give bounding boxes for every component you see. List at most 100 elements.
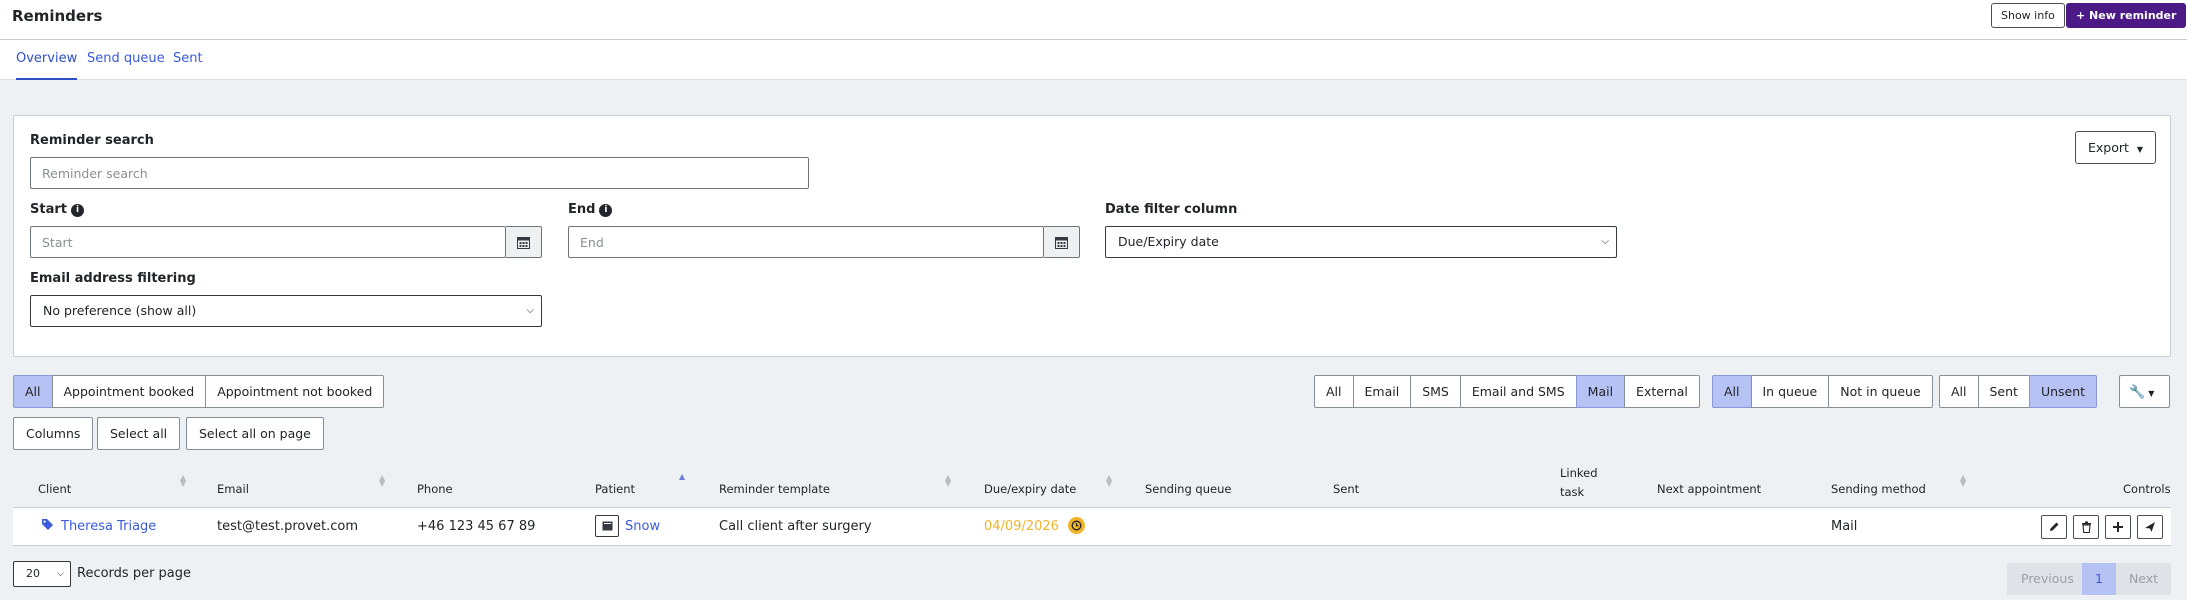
table-tools-button[interactable]: 🔧 ▼ xyxy=(2119,375,2170,408)
sort-icon[interactable]: ▲ ▼ xyxy=(945,474,951,488)
clock-warning-icon xyxy=(1068,517,1085,534)
caret-down-icon: ▼ xyxy=(2136,145,2144,154)
sort-icon[interactable]: ▲ ▼ xyxy=(1106,474,1112,488)
appointment-all-button[interactable]: All xyxy=(13,375,53,408)
email-cell: test@test.provet.com xyxy=(217,519,359,534)
email-filter-label: Email address filtering xyxy=(30,271,196,286)
template-cell: Call client after surgery xyxy=(719,519,872,534)
edit-button[interactable] xyxy=(2041,515,2067,539)
column-header-template[interactable]: Reminder template xyxy=(719,482,830,496)
end-date-input[interactable] xyxy=(568,226,1044,258)
method-email-button[interactable]: Email xyxy=(1352,375,1412,408)
new-reminder-button[interactable]: + New reminder xyxy=(2066,3,2187,28)
client-link[interactable]: Theresa Triage xyxy=(61,519,156,534)
sent-button[interactable]: Sent xyxy=(1977,375,2030,408)
trash-icon xyxy=(2081,521,2091,533)
book-icon xyxy=(602,521,612,531)
appointment-filter-group: All Appointment booked Appointment not b… xyxy=(13,375,385,408)
unsent-button[interactable]: Unsent xyxy=(2028,375,2098,408)
export-dropdown-button[interactable]: Export ▼ xyxy=(2075,131,2157,164)
end-label: End i xyxy=(568,202,613,217)
tab-sent[interactable]: Sent xyxy=(173,51,203,78)
page-1-button[interactable]: 1 xyxy=(2082,563,2116,595)
send-icon xyxy=(2145,522,2155,532)
patient-link[interactable]: Snow xyxy=(625,519,660,534)
column-header-queue[interactable]: Sending queue xyxy=(1145,482,1231,496)
not-in-queue-button[interactable]: Not in queue xyxy=(1828,375,1933,408)
page-title: Reminders xyxy=(12,7,103,25)
linked-text: Linked xyxy=(1560,466,1598,480)
next-page-button[interactable]: Next xyxy=(2116,563,2171,595)
tab-send-queue[interactable]: Send queue xyxy=(87,51,165,78)
sent-all-button[interactable]: All xyxy=(1939,375,1979,408)
start-date-input[interactable] xyxy=(30,226,506,258)
task-text: task xyxy=(1560,485,1585,499)
appointment-booked-button[interactable]: Appointment booked xyxy=(51,375,207,408)
sort-icon[interactable]: ▲ ▼ xyxy=(180,474,186,488)
date-column-value: Due/Expiry date xyxy=(1118,234,1219,249)
patient-record-button[interactable] xyxy=(595,515,619,537)
column-header-phone[interactable]: Phone xyxy=(417,482,453,496)
sent-filter-group: All Sent Unsent xyxy=(1939,375,2098,408)
calendar-icon xyxy=(1055,236,1068,249)
sort-ascending-icon[interactable]: ▲ xyxy=(679,473,685,481)
table-row: Theresa Triage test@test.provet.com +46 … xyxy=(13,508,2171,546)
start-calendar-button[interactable] xyxy=(506,226,542,258)
column-header-email[interactable]: Email xyxy=(217,482,249,496)
queue-all-button[interactable]: All xyxy=(1712,375,1752,408)
start-label-text: Start xyxy=(30,202,67,217)
in-queue-button[interactable]: In queue xyxy=(1750,375,1830,408)
records-per-page-select[interactable]: 20 ⌵ xyxy=(13,561,71,587)
column-header-method[interactable]: Sending method xyxy=(1831,482,1926,496)
column-header-patient[interactable]: Patient xyxy=(595,482,635,496)
column-header-next-appointment[interactable]: Next appointment xyxy=(1657,482,1761,496)
previous-page-button[interactable]: Previous xyxy=(2007,563,2088,595)
info-icon[interactable]: i xyxy=(70,204,84,217)
end-label-text: End xyxy=(568,202,596,217)
plus-icon xyxy=(2113,522,2123,532)
delete-button[interactable] xyxy=(2073,515,2099,539)
chevron-down-icon: ⌵ xyxy=(57,569,64,579)
records-per-page-value: 20 xyxy=(26,567,40,580)
method-sms-button[interactable]: SMS xyxy=(1410,375,1461,408)
filter-panel: Reminder search Export ▼ Starti Endi Dat… xyxy=(13,115,2171,357)
column-header-due[interactable]: Due/expiry date xyxy=(984,482,1076,496)
email-filter-value: No preference (show all) xyxy=(43,303,197,318)
method-all-button[interactable]: All xyxy=(1314,375,1354,408)
start-label: Start i xyxy=(30,202,84,217)
top-bar: Reminders Show info + New reminder xyxy=(0,0,2187,40)
tab-overview[interactable]: Overview xyxy=(16,51,78,80)
column-header-controls: Controls xyxy=(2123,482,2171,496)
reminder-search-input[interactable] xyxy=(30,157,809,189)
show-info-button[interactable]: Show info xyxy=(1991,3,2065,28)
column-header-sent[interactable]: Sent xyxy=(1333,482,1359,496)
records-per-page-label: Records per page xyxy=(77,566,192,581)
date-column-select[interactable]: Due/Expiry date ⌵ xyxy=(1105,226,1617,258)
table-header: Client ▲ ▼ Email ▲ ▼ Phone Patient ▲ Remin… xyxy=(13,455,2171,508)
column-header-client[interactable]: Client xyxy=(38,482,71,496)
add-button[interactable] xyxy=(2105,515,2131,539)
method-filter-group: All Email SMS Email and SMS Mail Externa… xyxy=(1314,375,1700,408)
wrench-icon: 🔧 xyxy=(2129,385,2146,400)
sort-icon[interactable]: ▲ ▼ xyxy=(1960,474,1966,488)
select-all-button[interactable]: Select all xyxy=(97,417,181,450)
sort-icon[interactable]: ▲ ▼ xyxy=(379,474,385,488)
due-date-cell: 04/09/2026 xyxy=(984,519,1059,534)
info-icon[interactable]: i xyxy=(599,204,613,217)
columns-button[interactable]: Columns xyxy=(13,417,94,450)
send-button[interactable] xyxy=(2137,515,2163,539)
method-email-sms-button[interactable]: Email and SMS xyxy=(1459,375,1577,408)
email-filter-select[interactable]: No preference (show all) ⌵ xyxy=(30,295,542,327)
pencil-icon xyxy=(2050,522,2059,531)
select-all-on-page-button[interactable]: Select all on page xyxy=(186,417,324,450)
appointment-not-booked-button[interactable]: Appointment not booked xyxy=(205,375,385,408)
column-header-linked-task[interactable]: Linked task xyxy=(1560,464,1598,502)
search-label: Reminder search xyxy=(30,133,154,148)
date-column-label: Date filter column xyxy=(1105,202,1238,217)
phone-cell: +46 123 45 67 89 xyxy=(417,519,536,534)
end-calendar-button[interactable] xyxy=(1044,226,1080,258)
tag-icon xyxy=(41,518,54,535)
method-cell: Mail xyxy=(1831,519,1858,534)
method-mail-button[interactable]: Mail xyxy=(1575,375,1626,408)
method-external-button[interactable]: External xyxy=(1624,375,1700,408)
